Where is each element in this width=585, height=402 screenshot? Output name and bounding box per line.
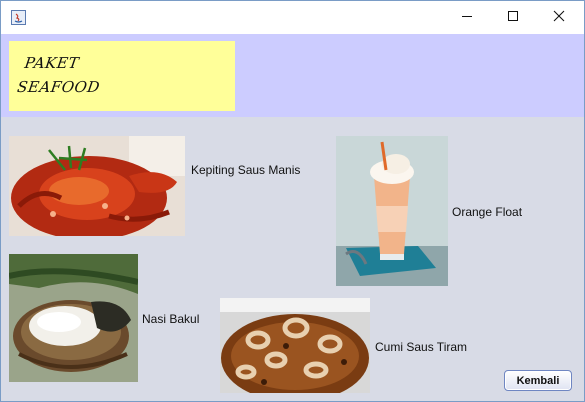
- menu-item-label-orange-float: Orange Float: [452, 205, 523, 219]
- kembali-button[interactable]: Kembali: [504, 370, 572, 391]
- logo-text: PAKET SEAFOOD: [16, 51, 105, 99]
- rice-basket-photo[interactable]: [9, 254, 138, 382]
- close-icon: [553, 9, 565, 27]
- maximize-button[interactable]: [490, 1, 536, 34]
- squid-dish-photo[interactable]: [220, 298, 370, 393]
- maximize-icon: [507, 9, 519, 27]
- crab-dish-photo[interactable]: [9, 136, 185, 236]
- menu-content: Kepiting Saus Manis Orange Float Nasi Ba…: [1, 117, 584, 401]
- header-band: PAKET SEAFOOD: [1, 34, 584, 117]
- logo-box: PAKET SEAFOOD: [9, 41, 235, 111]
- logo-line-1: PAKET: [23, 54, 81, 72]
- title-bar[interactable]: [1, 1, 584, 34]
- minimize-icon: [461, 9, 473, 27]
- logo-line-2: SEAFOOD: [16, 78, 102, 96]
- orange-float-photo[interactable]: [336, 136, 448, 286]
- minimize-button[interactable]: [444, 1, 490, 34]
- java-app-icon: [11, 10, 26, 25]
- close-button[interactable]: [536, 1, 582, 34]
- menu-item-label-nasi-bakul: Nasi Bakul: [142, 312, 200, 326]
- menu-item-label-cumi: Cumi Saus Tiram: [375, 340, 468, 354]
- app-window: PAKET SEAFOOD Kepiting Saus Manis Orange…: [0, 0, 585, 402]
- menu-item-label-kepiting: Kepiting Saus Manis: [191, 163, 301, 177]
